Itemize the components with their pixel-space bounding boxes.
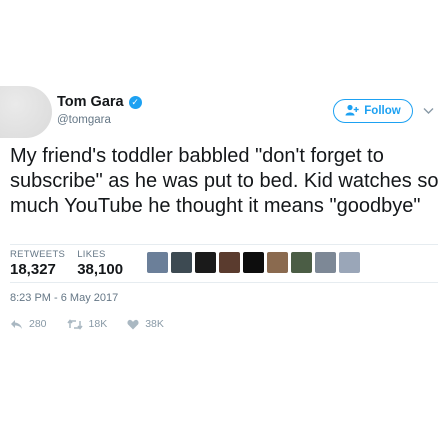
liker-avatar-6[interactable]: [267, 252, 288, 273]
add-user-icon: [345, 104, 359, 119]
reply-action[interactable]: 280: [10, 318, 47, 330]
reply-icon: [10, 319, 23, 330]
retweet-count: 18K: [88, 318, 108, 330]
tweet-actions: 280 18K 38K: [10, 318, 184, 330]
likes-count: 38,100: [77, 261, 124, 278]
like-count: 38K: [145, 318, 164, 330]
chevron-down-icon[interactable]: [423, 103, 434, 118]
liker-avatar-4[interactable]: [219, 252, 240, 273]
retweet-action[interactable]: 18K: [66, 318, 108, 330]
tweet-text: My friend's toddler babbled "don't forge…: [10, 145, 439, 217]
like-action[interactable]: 38K: [127, 318, 164, 330]
author-avatar[interactable]: [0, 86, 52, 138]
liker-avatar-9[interactable]: [339, 252, 360, 273]
likes-label: LIKES: [77, 249, 106, 260]
liker-avatar-3[interactable]: [195, 252, 216, 273]
retweets-label: RETWEETS: [10, 249, 66, 260]
author-name-row: Tom Gara ✓: [57, 94, 142, 110]
author-handle[interactable]: @tomgara: [57, 114, 111, 126]
heart-icon: [127, 319, 139, 330]
liker-avatar-8[interactable]: [315, 252, 336, 273]
liker-avatar-2[interactable]: [171, 252, 192, 273]
divider: [10, 244, 438, 245]
follow-button[interactable]: Follow: [333, 99, 413, 123]
liker-avatar-5[interactable]: [243, 252, 264, 273]
retweets-count: 18,327: [10, 261, 56, 278]
retweet-icon: [66, 318, 83, 330]
liker-avatars: [147, 252, 360, 273]
follow-button-label: Follow: [364, 105, 401, 117]
liker-avatar-1[interactable]: [147, 252, 168, 273]
divider: [10, 282, 438, 283]
retweets-stat[interactable]: RETWEETS 18,327: [10, 249, 65, 278]
tweet-timestamp[interactable]: 8:23 PM - 6 May 2017: [10, 292, 118, 304]
reply-count: 280: [29, 318, 47, 330]
tweet-stats: RETWEETS 18,327 LIKES 38,100: [10, 249, 123, 278]
likes-stat[interactable]: LIKES 38,100: [77, 249, 123, 278]
liker-avatar-7[interactable]: [291, 252, 312, 273]
verified-badge-icon: ✓: [128, 95, 142, 109]
author-name[interactable]: Tom Gara: [57, 94, 124, 110]
